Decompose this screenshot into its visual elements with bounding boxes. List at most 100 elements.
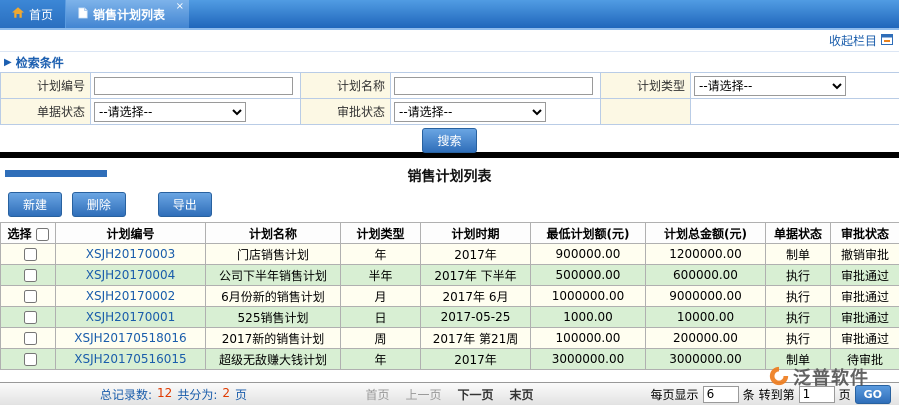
page-title: 销售计划列表	[0, 163, 899, 191]
search-conditions-header: ▶ 检索条件	[0, 52, 899, 72]
doc-status-cell: --请选择--	[91, 99, 301, 125]
cell-plan-name: 超级无敌赚大钱计划	[206, 349, 341, 370]
tab-sales-label: 销售计划列表	[93, 6, 165, 23]
plan-no-link[interactable]: XSJH20170004	[56, 265, 206, 286]
cell-select	[1, 307, 56, 328]
cell-select	[1, 349, 56, 370]
cell-min-amount: 500000.00	[531, 265, 646, 286]
plan-no-link[interactable]: XSJH20170003	[56, 244, 206, 265]
sales-plan-table: 选择 计划编号 计划名称 计划类型 计划时期 最低计划额(元) 计划总金额(元)…	[0, 222, 899, 370]
collapse-icon[interactable]	[881, 34, 893, 48]
col-total-amount: 计划总金额(元)	[646, 223, 766, 244]
col-plan-no: 计划编号	[56, 223, 206, 244]
col-approval-status: 审批状态	[831, 223, 899, 244]
cell-plan-name: 6月份新的销售计划	[206, 286, 341, 307]
sales-plan-page: 首页 销售计划列表 × 收起栏目 ▶ 检索条件 计划编号	[0, 0, 899, 405]
cell-plan-period: 2017年	[421, 349, 531, 370]
table-row[interactable]: XSJH20170002 6月份新的销售计划 月 2017年 6月 100000…	[1, 286, 899, 307]
new-button[interactable]: 新建	[8, 192, 62, 217]
export-button[interactable]: 导出	[158, 192, 212, 217]
cell-select	[1, 286, 56, 307]
search-button[interactable]: 搜索	[422, 128, 476, 153]
record-summary: 总记录数: 12 共分为: 2 页	[0, 386, 247, 403]
tab-sales-plan-list[interactable]: 销售计划列表 ×	[66, 0, 189, 28]
cell-total-amount: 3000000.00	[646, 349, 766, 370]
cell-plan-period: 2017年	[421, 244, 531, 265]
col-plan-period: 计划时期	[421, 223, 531, 244]
plan-no-link[interactable]: XSJH20170001	[56, 307, 206, 328]
fanpu-logo-text: 泛普软件	[793, 364, 869, 390]
plan-name-input[interactable]	[394, 77, 593, 95]
doc-status-select[interactable]: --请选择--	[94, 102, 246, 122]
cell-approval-status: 撤销审批	[831, 244, 899, 265]
accent-bar	[5, 170, 107, 177]
collapse-link[interactable]: 收起栏目	[829, 32, 877, 49]
col-plan-name: 计划名称	[206, 223, 341, 244]
plan-name-cell	[391, 73, 601, 99]
select-all-checkbox[interactable]	[36, 228, 49, 241]
cell-min-amount: 3000000.00	[531, 349, 646, 370]
row-checkbox[interactable]	[24, 353, 37, 366]
row-checkbox[interactable]	[24, 248, 37, 261]
prev-page-link[interactable]: 上一页	[405, 386, 441, 403]
cell-plan-name: 门店销售计划	[206, 244, 341, 265]
plan-number-cell	[91, 73, 301, 99]
delete-button[interactable]: 删除	[72, 192, 126, 217]
plan-no-link[interactable]: XSJH20170516015	[56, 349, 206, 370]
plan-number-input[interactable]	[94, 77, 293, 95]
document-icon	[78, 7, 88, 22]
cell-plan-name: 525销售计划	[206, 307, 341, 328]
collapse-row: 收起栏目	[0, 30, 899, 52]
plan-type-cell: --请选择--	[691, 73, 899, 99]
total-records-value: 12	[157, 386, 172, 403]
cell-plan-type: 半年	[341, 265, 421, 286]
table-row[interactable]: XSJH20170516015 超级无敌赚大钱计划 年 2017年 300000…	[1, 349, 899, 370]
cell-plan-type: 周	[341, 328, 421, 349]
empty-field-cell	[691, 99, 899, 125]
approval-status-label: 审批状态	[301, 99, 391, 125]
total-pages-unit: 页	[235, 386, 247, 403]
search-form: 计划编号 计划名称 计划类型 --请选择-- 单据状态 --请选择-- 审批状态…	[0, 72, 899, 125]
cell-select	[1, 328, 56, 349]
col-plan-type: 计划类型	[341, 223, 421, 244]
plan-type-label: 计划类型	[601, 73, 691, 99]
row-checkbox[interactable]	[24, 290, 37, 303]
cell-doc-status: 执行	[766, 307, 831, 328]
approval-status-cell: --请选择--	[391, 99, 601, 125]
last-page-link[interactable]: 末页	[510, 386, 534, 403]
row-checkbox[interactable]	[24, 269, 37, 282]
cell-doc-status: 执行	[766, 328, 831, 349]
cell-plan-period: 2017年 6月	[421, 286, 531, 307]
table-row[interactable]: XSJH20170001 525销售计划 日 2017-05-25 1000.0…	[1, 307, 899, 328]
total-records-label: 总记录数:	[100, 386, 152, 403]
cell-min-amount: 1000.00	[531, 307, 646, 328]
table-row[interactable]: XSJH20170003 门店销售计划 年 2017年 900000.00 12…	[1, 244, 899, 265]
cell-total-amount: 200000.00	[646, 328, 766, 349]
cell-plan-period: 2017年 下半年	[421, 265, 531, 286]
next-page-link[interactable]: 下一页	[458, 386, 494, 403]
cell-plan-type: 年	[341, 244, 421, 265]
cell-total-amount: 9000000.00	[646, 286, 766, 307]
per-page-input[interactable]	[703, 386, 739, 403]
fanpu-logo: 泛普软件	[768, 364, 869, 390]
empty-label-cell	[601, 99, 691, 125]
plan-no-link[interactable]: XSJH20170518016	[56, 328, 206, 349]
cell-approval-status: 审批通过	[831, 307, 899, 328]
fanpu-logo-icon	[768, 365, 790, 390]
tab-close-icon[interactable]: ×	[176, 1, 184, 12]
cell-min-amount: 100000.00	[531, 328, 646, 349]
table-header-row: 选择 计划编号 计划名称 计划类型 计划时期 最低计划额(元) 计划总金额(元)…	[1, 223, 899, 244]
cell-plan-name: 2017新的销售计划	[206, 328, 341, 349]
first-page-link[interactable]: 首页	[365, 386, 389, 403]
cell-total-amount: 10000.00	[646, 307, 766, 328]
tab-home[interactable]: 首页	[0, 0, 66, 28]
row-checkbox[interactable]	[24, 311, 37, 324]
search-button-row: 搜索	[0, 125, 899, 152]
approval-status-select[interactable]: --请选择--	[394, 102, 546, 122]
plan-no-link[interactable]: XSJH20170002	[56, 286, 206, 307]
table-row[interactable]: XSJH20170518016 2017新的销售计划 周 2017年 第21周 …	[1, 328, 899, 349]
total-pages-label: 共分为:	[177, 386, 217, 403]
row-checkbox[interactable]	[24, 332, 37, 345]
plan-type-select[interactable]: --请选择--	[694, 76, 846, 96]
table-row[interactable]: XSJH20170004 公司下半年销售计划 半年 2017年 下半年 5000…	[1, 265, 899, 286]
